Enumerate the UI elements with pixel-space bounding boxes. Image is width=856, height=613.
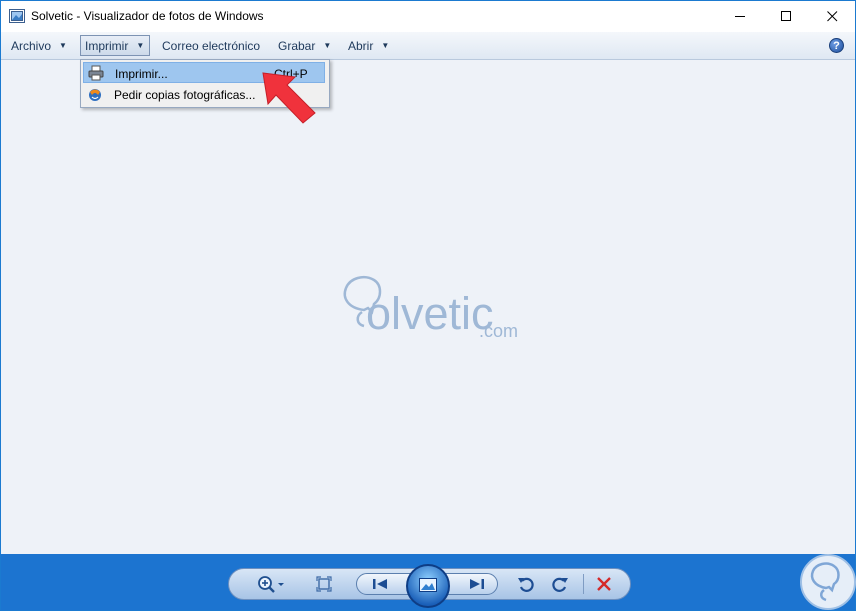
printer-icon (88, 65, 104, 81)
menu-grabar[interactable]: Grabar ▼ (274, 35, 335, 56)
delete-icon (597, 577, 611, 591)
help-icon[interactable]: ? (829, 38, 844, 53)
menu-imprimir[interactable]: Imprimir ▼ (80, 35, 150, 56)
rotate-left-button[interactable] (515, 573, 537, 595)
menu-correo[interactable]: Correo electrónico (158, 35, 264, 56)
bottom-toolbar (1, 554, 855, 610)
next-icon (470, 579, 484, 589)
delete-button[interactable] (594, 574, 614, 594)
menu-grabar-label: Grabar (278, 38, 316, 53)
rotate-right-icon (552, 577, 568, 592)
maximize-icon (780, 11, 791, 21)
speech-bubble-icon (810, 562, 840, 602)
chevron-down-icon: ▼ (381, 41, 390, 50)
order-prints-icon (89, 89, 101, 101)
chevron-down-icon: ▼ (323, 41, 332, 50)
zoom-icon (258, 576, 284, 593)
next-button[interactable] (465, 575, 489, 593)
previous-button[interactable] (368, 575, 392, 593)
rotate-right-button[interactable] (549, 573, 571, 595)
annotation-arrow-icon (262, 72, 316, 124)
chevron-down-icon: ▼ (136, 41, 145, 50)
menu-imprimir-label: Imprimir (85, 38, 129, 53)
close-icon (826, 11, 837, 22)
photo-viewer-window: Solvetic - Visualizador de fotos de Wind… (0, 0, 856, 611)
slideshow-icon (419, 578, 437, 592)
menu-archivo-label: Archivo (11, 38, 52, 53)
app-icon (9, 9, 25, 23)
menu-item-order-prints-label: Pedir copias fotográficas... (114, 88, 256, 102)
solvetic-logo: olvetic .com (334, 268, 534, 348)
minimize-button[interactable] (717, 1, 763, 32)
menu-abrir-label: Abrir (348, 38, 374, 53)
menu-abrir[interactable]: Abrir ▼ (344, 35, 393, 56)
menu-archivo[interactable]: Archivo ▼ (7, 35, 71, 56)
maximize-button[interactable] (763, 1, 809, 32)
close-button[interactable] (809, 1, 855, 32)
chevron-down-icon: ▼ (59, 41, 67, 50)
menu-bar: Archivo ▼ Imprimir ▼ Correo electrónico … (1, 32, 855, 60)
menu-item-print-label: Imprimir... (115, 67, 168, 81)
menu-correo-label: Correo electrónico (162, 38, 261, 53)
zoom-button[interactable] (254, 572, 288, 596)
toolbar-divider (583, 574, 584, 594)
fit-window-button[interactable] (314, 574, 334, 594)
logo-text: olvetic (366, 288, 494, 339)
slideshow-button[interactable] (406, 564, 450, 608)
fit-window-icon (316, 576, 332, 592)
rotate-left-icon (518, 577, 534, 592)
title-bar: Solvetic - Visualizador de fotos de Wind… (1, 1, 855, 32)
window-title: Solvetic - Visualizador de fotos de Wind… (31, 9, 264, 23)
minimize-icon (734, 16, 745, 17)
logo-suffix: .com (479, 321, 519, 341)
solvetic-watermark (800, 554, 856, 610)
previous-icon (373, 579, 387, 589)
